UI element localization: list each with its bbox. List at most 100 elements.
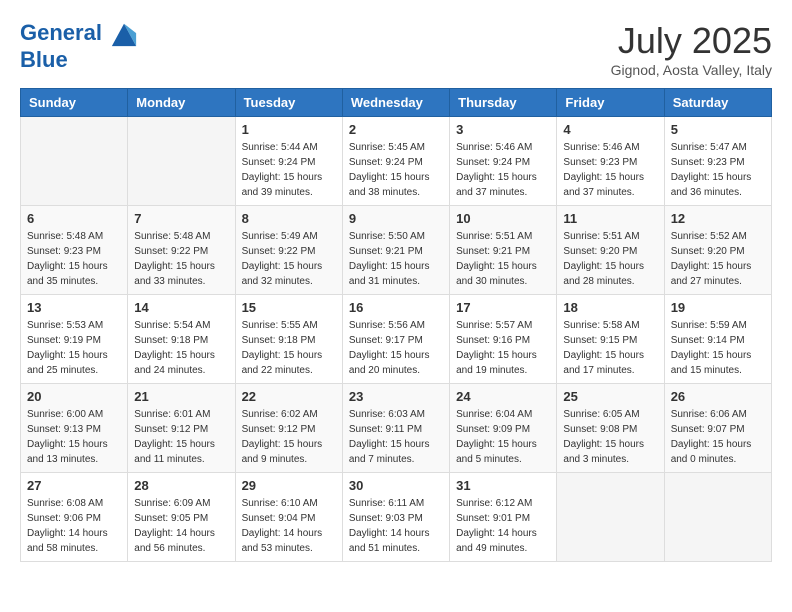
logo-icon	[110, 20, 138, 48]
location: Gignod, Aosta Valley, Italy	[611, 62, 772, 78]
day-info: Sunrise: 5:48 AM Sunset: 9:23 PM Dayligh…	[27, 229, 121, 289]
logo-blue: Blue	[20, 47, 68, 72]
calendar-cell: 5 Sunrise: 5:47 AM Sunset: 9:23 PM Dayli…	[664, 117, 771, 206]
day-number: 13	[27, 300, 121, 315]
day-info: Sunrise: 5:58 AM Sunset: 9:15 PM Dayligh…	[563, 318, 657, 378]
calendar-cell	[21, 117, 128, 206]
calendar-cell: 17 Sunrise: 5:57 AM Sunset: 9:16 PM Dayl…	[450, 295, 557, 384]
day-info: Sunrise: 6:00 AM Sunset: 9:13 PM Dayligh…	[27, 407, 121, 467]
calendar-cell: 15 Sunrise: 5:55 AM Sunset: 9:18 PM Dayl…	[235, 295, 342, 384]
weekday-header-thursday: Thursday	[450, 89, 557, 117]
day-number: 31	[456, 478, 550, 493]
calendar-cell: 14 Sunrise: 5:54 AM Sunset: 9:18 PM Dayl…	[128, 295, 235, 384]
day-info: Sunrise: 6:03 AM Sunset: 9:11 PM Dayligh…	[349, 407, 443, 467]
day-info: Sunrise: 5:51 AM Sunset: 9:21 PM Dayligh…	[456, 229, 550, 289]
day-info: Sunrise: 6:11 AM Sunset: 9:03 PM Dayligh…	[349, 496, 443, 556]
day-info: Sunrise: 5:55 AM Sunset: 9:18 PM Dayligh…	[242, 318, 336, 378]
day-number: 29	[242, 478, 336, 493]
day-number: 22	[242, 389, 336, 404]
day-number: 1	[242, 122, 336, 137]
day-info: Sunrise: 6:10 AM Sunset: 9:04 PM Dayligh…	[242, 496, 336, 556]
day-number: 8	[242, 211, 336, 226]
calendar-week-3: 13 Sunrise: 5:53 AM Sunset: 9:19 PM Dayl…	[21, 295, 772, 384]
calendar-cell: 2 Sunrise: 5:45 AM Sunset: 9:24 PM Dayli…	[342, 117, 449, 206]
weekday-header-saturday: Saturday	[664, 89, 771, 117]
day-info: Sunrise: 5:51 AM Sunset: 9:20 PM Dayligh…	[563, 229, 657, 289]
calendar-table: SundayMondayTuesdayWednesdayThursdayFrid…	[20, 88, 772, 562]
day-number: 17	[456, 300, 550, 315]
day-number: 18	[563, 300, 657, 315]
logo-general: General	[20, 20, 102, 45]
day-number: 6	[27, 211, 121, 226]
day-number: 15	[242, 300, 336, 315]
calendar-cell	[128, 117, 235, 206]
day-info: Sunrise: 6:01 AM Sunset: 9:12 PM Dayligh…	[134, 407, 228, 467]
day-number: 20	[27, 389, 121, 404]
calendar-cell: 12 Sunrise: 5:52 AM Sunset: 9:20 PM Dayl…	[664, 206, 771, 295]
calendar-cell: 30 Sunrise: 6:11 AM Sunset: 9:03 PM Dayl…	[342, 473, 449, 562]
day-number: 4	[563, 122, 657, 137]
calendar-cell: 26 Sunrise: 6:06 AM Sunset: 9:07 PM Dayl…	[664, 384, 771, 473]
day-info: Sunrise: 6:05 AM Sunset: 9:08 PM Dayligh…	[563, 407, 657, 467]
calendar-cell: 23 Sunrise: 6:03 AM Sunset: 9:11 PM Dayl…	[342, 384, 449, 473]
calendar-cell: 25 Sunrise: 6:05 AM Sunset: 9:08 PM Dayl…	[557, 384, 664, 473]
calendar-cell: 21 Sunrise: 6:01 AM Sunset: 9:12 PM Dayl…	[128, 384, 235, 473]
day-number: 3	[456, 122, 550, 137]
day-info: Sunrise: 6:12 AM Sunset: 9:01 PM Dayligh…	[456, 496, 550, 556]
day-number: 21	[134, 389, 228, 404]
day-info: Sunrise: 5:56 AM Sunset: 9:17 PM Dayligh…	[349, 318, 443, 378]
day-number: 5	[671, 122, 765, 137]
day-number: 27	[27, 478, 121, 493]
day-number: 25	[563, 389, 657, 404]
day-info: Sunrise: 5:46 AM Sunset: 9:23 PM Dayligh…	[563, 140, 657, 200]
calendar-cell: 27 Sunrise: 6:08 AM Sunset: 9:06 PM Dayl…	[21, 473, 128, 562]
day-info: Sunrise: 5:48 AM Sunset: 9:22 PM Dayligh…	[134, 229, 228, 289]
day-info: Sunrise: 6:08 AM Sunset: 9:06 PM Dayligh…	[27, 496, 121, 556]
calendar-cell: 18 Sunrise: 5:58 AM Sunset: 9:15 PM Dayl…	[557, 295, 664, 384]
calendar-cell: 20 Sunrise: 6:00 AM Sunset: 9:13 PM Dayl…	[21, 384, 128, 473]
day-info: Sunrise: 5:49 AM Sunset: 9:22 PM Dayligh…	[242, 229, 336, 289]
calendar-cell: 3 Sunrise: 5:46 AM Sunset: 9:24 PM Dayli…	[450, 117, 557, 206]
calendar-cell: 28 Sunrise: 6:09 AM Sunset: 9:05 PM Dayl…	[128, 473, 235, 562]
day-number: 16	[349, 300, 443, 315]
calendar-cell: 22 Sunrise: 6:02 AM Sunset: 9:12 PM Dayl…	[235, 384, 342, 473]
day-number: 10	[456, 211, 550, 226]
weekday-header-tuesday: Tuesday	[235, 89, 342, 117]
weekday-header-friday: Friday	[557, 89, 664, 117]
day-info: Sunrise: 5:44 AM Sunset: 9:24 PM Dayligh…	[242, 140, 336, 200]
calendar-cell: 6 Sunrise: 5:48 AM Sunset: 9:23 PM Dayli…	[21, 206, 128, 295]
weekday-header-wednesday: Wednesday	[342, 89, 449, 117]
calendar-cell: 19 Sunrise: 5:59 AM Sunset: 9:14 PM Dayl…	[664, 295, 771, 384]
logo: General Blue	[20, 20, 138, 72]
day-info: Sunrise: 6:09 AM Sunset: 9:05 PM Dayligh…	[134, 496, 228, 556]
day-number: 24	[456, 389, 550, 404]
calendar-cell: 29 Sunrise: 6:10 AM Sunset: 9:04 PM Dayl…	[235, 473, 342, 562]
calendar-week-2: 6 Sunrise: 5:48 AM Sunset: 9:23 PM Dayli…	[21, 206, 772, 295]
day-info: Sunrise: 6:06 AM Sunset: 9:07 PM Dayligh…	[671, 407, 765, 467]
day-number: 2	[349, 122, 443, 137]
calendar-week-1: 1 Sunrise: 5:44 AM Sunset: 9:24 PM Dayli…	[21, 117, 772, 206]
day-info: Sunrise: 5:54 AM Sunset: 9:18 PM Dayligh…	[134, 318, 228, 378]
calendar-cell	[664, 473, 771, 562]
day-number: 26	[671, 389, 765, 404]
day-info: Sunrise: 5:47 AM Sunset: 9:23 PM Dayligh…	[671, 140, 765, 200]
day-info: Sunrise: 5:57 AM Sunset: 9:16 PM Dayligh…	[456, 318, 550, 378]
calendar-cell: 4 Sunrise: 5:46 AM Sunset: 9:23 PM Dayli…	[557, 117, 664, 206]
day-info: Sunrise: 5:52 AM Sunset: 9:20 PM Dayligh…	[671, 229, 765, 289]
day-info: Sunrise: 6:02 AM Sunset: 9:12 PM Dayligh…	[242, 407, 336, 467]
calendar-header-row: SundayMondayTuesdayWednesdayThursdayFrid…	[21, 89, 772, 117]
calendar-cell: 31 Sunrise: 6:12 AM Sunset: 9:01 PM Dayl…	[450, 473, 557, 562]
page-header: General Blue July 2025 Gignod, Aosta Val…	[20, 20, 772, 78]
calendar-cell: 7 Sunrise: 5:48 AM Sunset: 9:22 PM Dayli…	[128, 206, 235, 295]
day-number: 19	[671, 300, 765, 315]
calendar-cell: 24 Sunrise: 6:04 AM Sunset: 9:09 PM Dayl…	[450, 384, 557, 473]
weekday-header-sunday: Sunday	[21, 89, 128, 117]
calendar-week-5: 27 Sunrise: 6:08 AM Sunset: 9:06 PM Dayl…	[21, 473, 772, 562]
calendar-cell: 11 Sunrise: 5:51 AM Sunset: 9:20 PM Dayl…	[557, 206, 664, 295]
month-title: July 2025	[611, 20, 772, 62]
calendar-week-4: 20 Sunrise: 6:00 AM Sunset: 9:13 PM Dayl…	[21, 384, 772, 473]
calendar-cell: 13 Sunrise: 5:53 AM Sunset: 9:19 PM Dayl…	[21, 295, 128, 384]
day-info: Sunrise: 5:53 AM Sunset: 9:19 PM Dayligh…	[27, 318, 121, 378]
weekday-header-monday: Monday	[128, 89, 235, 117]
day-number: 30	[349, 478, 443, 493]
